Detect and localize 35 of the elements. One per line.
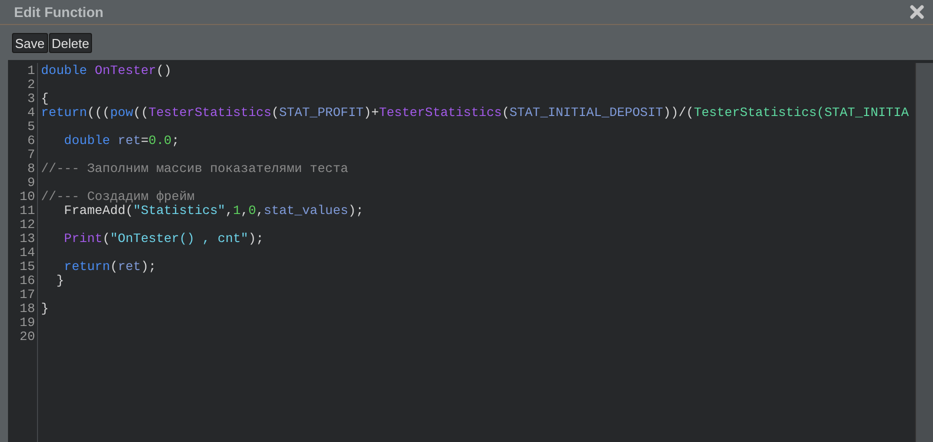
line-number: 14	[20, 246, 35, 260]
line-number: 7	[27, 148, 35, 162]
line-number: 12	[20, 218, 35, 232]
line-number: 8	[27, 162, 35, 176]
toolbar-button[interactable]: Delete	[48, 33, 92, 53]
line-number: 1	[27, 64, 35, 78]
code-line: double ret=0.0;	[63, 134, 180, 148]
code-line: }	[55, 274, 64, 288]
line-number: 3	[27, 92, 35, 106]
close-icon[interactable]	[909, 4, 925, 20]
code-line: double OnTester()	[41, 64, 172, 78]
toolbar-button[interactable]: Save	[12, 33, 48, 53]
code-line: FrameAdd("Statistics",1,0,stat_values);	[63, 204, 364, 218]
line-number: 2	[27, 78, 35, 92]
code-line: Print("OnTester() , cnt");	[63, 232, 264, 246]
line-number: 15	[20, 260, 35, 274]
line-number: 13	[20, 232, 35, 246]
window-title: Edit Function	[14, 2, 104, 22]
code-line: return(ret);	[63, 260, 156, 274]
line-number: 4	[27, 106, 35, 120]
line-number: 5	[27, 120, 35, 134]
line-number: 11	[20, 204, 35, 218]
code-line: return(((pow((TesterStatistics(STAT_PROFIT)+TesterStatistics(STAT_INITIAL_DEPOSIT))/(TesterStatistics(STAT_INITIA	[41, 106, 909, 120]
line-number: 18	[20, 302, 35, 316]
code-line: //--- Создадим фрейм	[41, 190, 195, 204]
line-number: 10	[20, 190, 35, 204]
code-line: //--- Заполним массив показателями теста	[41, 162, 348, 176]
line-number: 17	[20, 288, 35, 302]
code-line: {	[41, 92, 49, 106]
line-number: 19	[20, 316, 35, 330]
code-line: }	[41, 302, 49, 316]
line-number: 20	[20, 330, 35, 344]
line-number: 6	[27, 134, 35, 148]
line-number: 16	[20, 274, 35, 288]
line-number: 9	[27, 176, 35, 190]
